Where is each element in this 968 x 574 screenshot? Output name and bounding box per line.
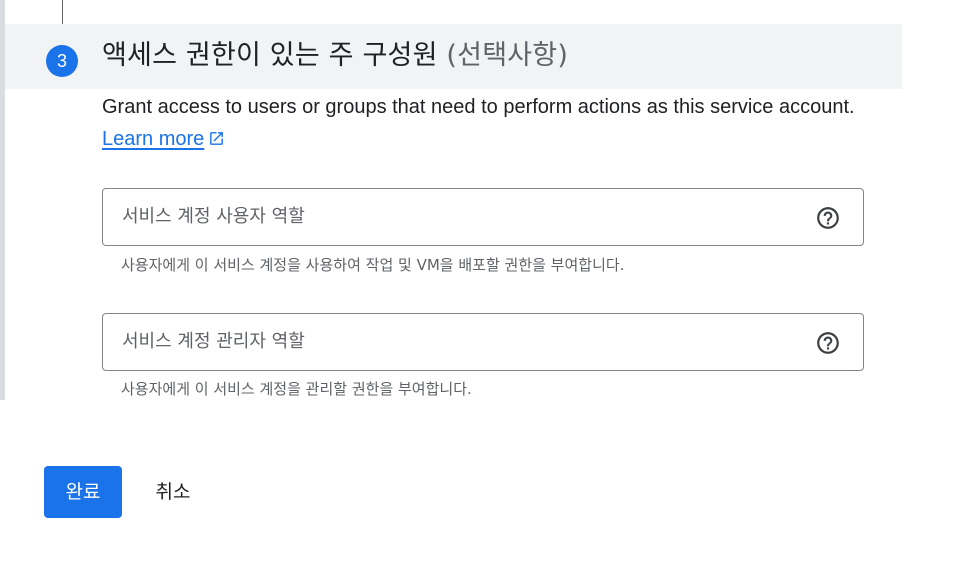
step-number-badge: 3 [46, 45, 78, 77]
done-button[interactable]: 완료 [44, 466, 122, 518]
step-title-main: 액세스 권한이 있는 주 구성원 [102, 40, 438, 71]
step-title: 액세스 권한이 있는 주 구성원 (선택사항) [102, 36, 568, 76]
help-circle-icon[interactable] [815, 205, 841, 231]
learn-more-link[interactable]: Learn more [102, 128, 204, 150]
open-in-new-icon[interactable] [208, 130, 225, 147]
cancel-button[interactable]: 취소 [140, 466, 206, 518]
service-account-user-role-field[interactable]: 서비스 계정 사용자 역할 [102, 188, 864, 246]
description-text: Grant access to users or groups that nee… [102, 96, 855, 118]
admin-role-placeholder: 서비스 계정 관리자 역할 [122, 331, 305, 352]
step-title-optional: (선택사항) [446, 40, 569, 71]
service-account-admin-role-field[interactable]: 서비스 계정 관리자 역할 [102, 313, 864, 371]
service-account-permissions-page: 3 액세스 권한이 있는 주 구성원 (선택사항) Grant access t… [0, 0, 968, 574]
step-connector-line [62, 0, 63, 24]
admin-role-hint: 사용자에게 이 서비스 계정을 관리할 권한을 부여합니다. [121, 380, 472, 398]
learn-more-label: Learn more [102, 128, 205, 150]
step-description: Grant access to users or groups that nee… [102, 91, 872, 155]
help-circle-icon[interactable] [815, 330, 841, 356]
user-role-hint: 사용자에게 이 서비스 계정을 사용하여 작업 및 VM을 배포할 권한을 부여… [121, 256, 625, 274]
user-role-placeholder: 서비스 계정 사용자 역할 [122, 206, 305, 227]
